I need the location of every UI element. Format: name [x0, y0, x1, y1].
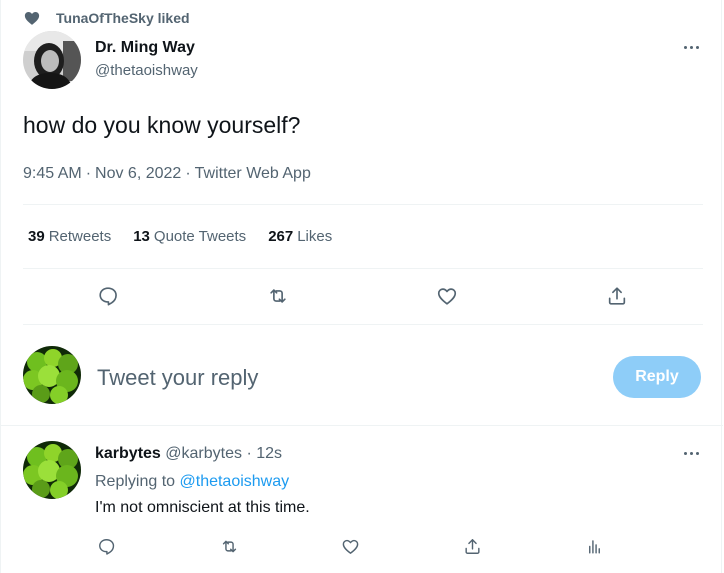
dot-icon: [689, 451, 693, 455]
social-context-text[interactable]: TunaOfTheSky liked: [56, 10, 190, 26]
my-avatar-image: [23, 346, 81, 404]
reply-time[interactable]: 12s: [256, 445, 282, 462]
reply-author-avatar[interactable]: [23, 441, 81, 499]
reply-icon: [98, 538, 114, 555]
reply-author-handle[interactable]: @karbytes: [165, 445, 242, 462]
retweets-stat[interactable]: 39 Retweets: [28, 227, 111, 247]
reply-icon: [99, 287, 117, 306]
dot-icon: [695, 451, 699, 455]
reply-submit-button[interactable]: Reply: [613, 356, 701, 398]
quote-tweets-label: Quote Tweets: [153, 228, 247, 245]
tweet-date[interactable]: Nov 6, 2022: [95, 165, 181, 182]
reply-separator: ·: [246, 445, 252, 462]
retweets-count: 39: [28, 228, 45, 245]
author-handle[interactable]: @thetaoishway: [95, 61, 198, 81]
likes-count: 267: [268, 228, 294, 245]
author-avatar-image: [23, 31, 81, 89]
reply-input[interactable]: Tweet your reply: [97, 364, 258, 392]
reply-reply-button[interactable]: [92, 532, 120, 560]
reply-header: karbytes @karbytes · 12s: [95, 443, 282, 465]
dot-icon: [695, 45, 699, 49]
meta-separator: ·: [185, 165, 191, 182]
retweet-button[interactable]: [264, 282, 292, 310]
divider: [23, 204, 703, 205]
reply-author-name[interactable]: karbytes: [95, 445, 161, 462]
tweet-stats: 39 Retweets 13 Quote Tweets 267 Likes: [28, 227, 354, 247]
dot-icon: [683, 451, 687, 455]
reply-analytics-button[interactable]: [580, 532, 608, 560]
tweet-detail-panel: TunaOfTheSky liked Dr. Ming Way @thetaoi…: [0, 0, 723, 573]
divider: [23, 324, 703, 325]
share-icon: [464, 538, 480, 554]
reply-like-button[interactable]: [336, 532, 364, 560]
like-button[interactable]: [433, 282, 461, 310]
retweets-label: Retweets: [48, 228, 112, 245]
likes-stat[interactable]: 267 Likes: [268, 227, 332, 247]
dot-icon: [683, 45, 687, 49]
replying-to: Replying to @thetaoishway: [95, 471, 289, 493]
reply-retweet-button[interactable]: [215, 532, 243, 560]
share-button[interactable]: [603, 282, 631, 310]
like-icon: [437, 288, 457, 305]
retweet-icon: [270, 289, 286, 303]
tweet-text: how do you know yourself?: [23, 112, 301, 138]
replying-prefix: Replying to: [95, 473, 176, 490]
share-icon: [608, 287, 626, 305]
more-options-button[interactable]: [681, 37, 701, 57]
tweet-time[interactable]: 9:45 AM: [23, 165, 82, 182]
author-avatar[interactable]: [23, 31, 81, 89]
social-context: TunaOfTheSky liked: [23, 8, 190, 28]
replying-to-link[interactable]: @thetaoishway: [180, 473, 290, 490]
reply-share-button[interactable]: [458, 532, 486, 560]
meta-separator: ·: [85, 165, 92, 182]
analytics-icon: [588, 539, 600, 554]
tweet-source[interactable]: Twitter Web App: [195, 165, 311, 182]
retweet-icon: [222, 540, 236, 552]
tweet-meta: 9:45 AM · Nov 6, 2022 · Twitter Web App: [23, 163, 311, 185]
heart-icon: [24, 12, 40, 25]
divider: [23, 268, 703, 269]
author-name[interactable]: Dr. Ming Way: [95, 38, 198, 58]
my-avatar[interactable]: [23, 346, 81, 404]
likes-label: Likes: [297, 228, 333, 245]
reply-text: I'm not omniscient at this time.: [95, 499, 310, 516]
like-icon: [342, 539, 358, 554]
reply-author-avatar-image: [23, 441, 81, 499]
reply-button[interactable]: [94, 282, 122, 310]
divider: [1, 425, 723, 426]
author-info: Dr. Ming Way @thetaoishway: [95, 38, 198, 81]
quote-tweets-stat[interactable]: 13 Quote Tweets: [133, 227, 246, 247]
reply-more-options-button[interactable]: [681, 443, 701, 463]
quote-tweets-count: 13: [133, 228, 150, 245]
dot-icon: [689, 45, 693, 49]
